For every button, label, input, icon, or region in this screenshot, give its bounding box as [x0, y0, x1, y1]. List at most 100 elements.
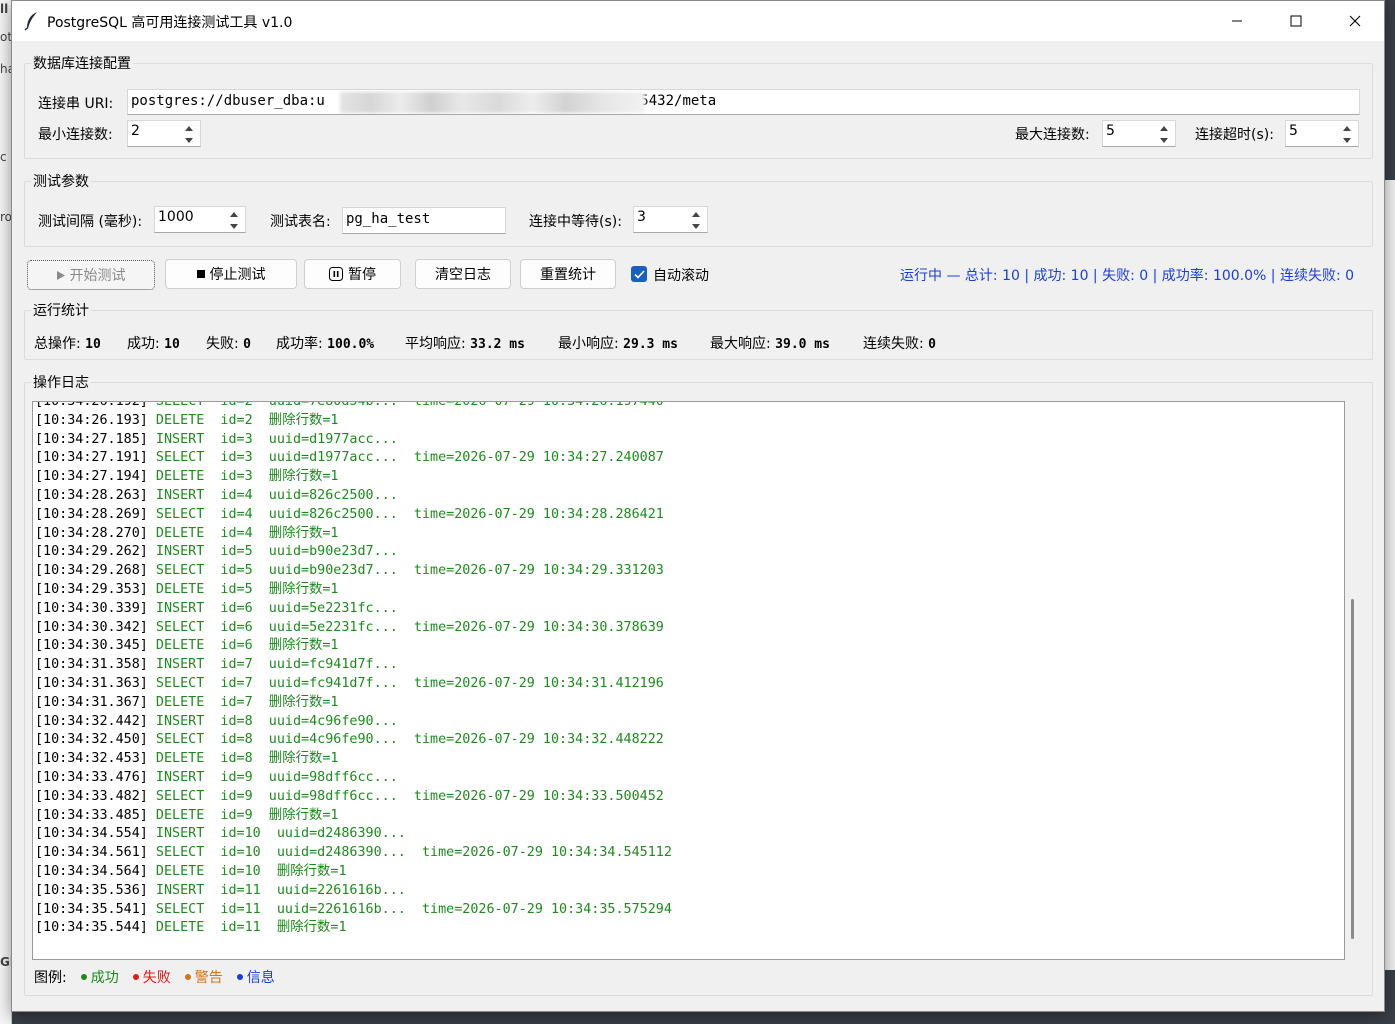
- min-conn-spinbox[interactable]: 2: [127, 120, 201, 147]
- log-textarea[interactable]: [10:34:26.192] SELECT id=2 uuid=7e80d54b…: [32, 401, 1345, 960]
- log-message: SELECT id=7 uuid=fc941d7f... time=2026-0…: [147, 675, 664, 691]
- log-line: [10:34:33.482] SELECT id=9 uuid=98dff6cc…: [35, 788, 672, 807]
- timeout-up-arrow[interactable]: [1337, 122, 1357, 134]
- reset-stats-button[interactable]: 重置统计: [520, 259, 616, 289]
- maximize-button[interactable]: [1267, 1, 1325, 41]
- stat-success-value: 10: [164, 337, 180, 352]
- interval-up-arrow[interactable]: [224, 208, 244, 220]
- log-line: [10:34:28.270] DELETE id=4 删除行数=1: [35, 525, 672, 544]
- log-timestamp: [10:34:31.363]: [35, 675, 148, 691]
- log-line: [10:34:26.192] SELECT id=2 uuid=7e80d54b…: [35, 402, 672, 412]
- pause-button[interactable]: 暂停: [304, 259, 401, 289]
- log-message: DELETE id=5 删除行数=1: [147, 581, 339, 597]
- table-name-input[interactable]: pg_ha_test: [342, 207, 506, 234]
- log-message: INSERT id=6 uuid=5e2231fc...: [147, 600, 398, 616]
- log-message: SELECT id=3 uuid=d1977acc... time=2026-0…: [147, 450, 664, 466]
- log-message: DELETE id=11 删除行数=1: [147, 920, 347, 936]
- stat-consec: 连续失败: 0: [863, 336, 936, 352]
- maximize-icon: [1290, 15, 1302, 27]
- wait-label: 连接中等待(s):: [529, 214, 622, 230]
- interval-spinbox[interactable]: 1000: [154, 206, 246, 233]
- timeout-spinbox[interactable]: 5: [1285, 120, 1359, 147]
- minimize-icon: [1232, 20, 1242, 22]
- log-line: [10:34:30.345] DELETE id=6 删除行数=1: [35, 637, 672, 656]
- stat-success: 成功: 10: [127, 336, 180, 352]
- log-timestamp: [10:34:27.194]: [35, 469, 148, 485]
- log-line: [10:34:27.194] DELETE id=3 删除行数=1: [35, 468, 672, 487]
- log-message: SELECT id=11 uuid=2261616b... time=2026-…: [147, 901, 672, 917]
- start-test-button[interactable]: 开始测试: [27, 260, 155, 290]
- log-line: [10:34:31.367] DELETE id=7 删除行数=1: [35, 694, 672, 713]
- max-conn-label: 最大连接数:: [1015, 127, 1090, 143]
- log-message: SELECT id=5 uuid=b90e23d7... time=2026-0…: [147, 563, 664, 579]
- log-timestamp: [10:34:35.536]: [35, 882, 148, 898]
- clear-log-button[interactable]: 清空日志: [415, 259, 511, 289]
- log-line: [10:34:32.450] SELECT id=8 uuid=4c96fe90…: [35, 731, 672, 750]
- status-text: 运行中 — 总计: 10 | 成功: 10 | 失败: 0 | 成功率: 100…: [900, 268, 1355, 284]
- wait-spinbox[interactable]: 3: [633, 206, 708, 233]
- log-message: DELETE id=2 删除行数=1: [147, 412, 339, 428]
- autoscroll-checkbox[interactable]: [631, 266, 647, 282]
- min-conn-up-arrow[interactable]: [179, 122, 199, 134]
- log-timestamp: [10:34:30.339]: [35, 600, 148, 616]
- log-line: [10:34:34.561] SELECT id=10 uuid=d248639…: [35, 844, 672, 863]
- log-title: 操作日志: [31, 372, 91, 392]
- stop-test-button[interactable]: 停止测试: [165, 259, 297, 289]
- log-message: INSERT id=7 uuid=fc941d7f...: [147, 657, 398, 673]
- log-timestamp: [10:34:35.544]: [35, 920, 148, 936]
- log-timestamp: [10:34:31.367]: [35, 694, 148, 710]
- log-timestamp: [10:34:29.353]: [35, 581, 148, 597]
- log-line: [10:34:35.544] DELETE id=11 删除行数=1: [35, 919, 672, 938]
- legend-label: 图例:: [34, 970, 67, 986]
- log-line: [10:34:32.442] INSERT id=8 uuid=4c96fe90…: [35, 713, 672, 732]
- log-timestamp: [10:34:33.485]: [35, 807, 148, 823]
- uri-label: 连接串 URI:: [38, 96, 114, 112]
- legend: 图例: 成功 失败 警告 信息: [34, 967, 275, 987]
- log-line: [10:34:31.363] SELECT id=7 uuid=fc941d7f…: [35, 675, 672, 694]
- close-icon: [1349, 15, 1361, 27]
- arrow-up-icon: [692, 211, 700, 217]
- minimize-button[interactable]: [1208, 1, 1266, 41]
- log-line: [10:34:30.342] SELECT id=6 uuid=5e2231fc…: [35, 619, 672, 638]
- arrow-down-icon: [185, 137, 193, 143]
- wait-value: 3: [637, 209, 646, 225]
- log-timestamp: [10:34:31.358]: [35, 657, 148, 673]
- close-button[interactable]: [1326, 1, 1384, 41]
- log-message: INSERT id=8 uuid=4c96fe90...: [147, 713, 398, 729]
- autoscroll-label[interactable]: 自动滚动: [653, 265, 709, 285]
- log-line: [10:34:28.263] INSERT id=4 uuid=826c2500…: [35, 487, 672, 506]
- stat-min: 最小响应: 29.3 ms: [558, 336, 678, 352]
- log-message: DELETE id=8 删除行数=1: [147, 751, 339, 767]
- pause-label: 暂停: [348, 267, 376, 283]
- stat-rate-value: 100.0%: [327, 337, 375, 352]
- max-conn-spinbox[interactable]: 5: [1102, 120, 1176, 147]
- log-timestamp: [10:34:34.554]: [35, 826, 148, 842]
- log-scrollbar[interactable]: [1351, 599, 1354, 939]
- redacted-region: [340, 92, 645, 113]
- stat-total-value: 10: [85, 337, 101, 352]
- legend-warning: 警告: [184, 967, 223, 987]
- log-line: [10:34:27.191] SELECT id=3 uuid=d1977acc…: [35, 449, 672, 468]
- min-conn-label: 最小连接数:: [38, 127, 113, 143]
- stat-max-value: 39.0 ms: [775, 337, 830, 352]
- interval-down-arrow[interactable]: [224, 220, 244, 232]
- uri-input[interactable]: postgres://dbuser_dba:u:5432/meta: [127, 89, 1360, 115]
- timeout-down-arrow[interactable]: [1337, 134, 1357, 146]
- max-conn-up-arrow[interactable]: [1154, 122, 1174, 134]
- max-conn-down-arrow[interactable]: [1154, 134, 1174, 146]
- arrow-down-icon: [1160, 137, 1168, 143]
- log-timestamp: [10:34:34.561]: [35, 845, 148, 861]
- min-conn-down-arrow[interactable]: [179, 134, 199, 146]
- log-message: INSERT id=11 uuid=2261616b...: [147, 882, 406, 898]
- stat-avg: 平均响应: 33.2 ms: [405, 336, 525, 352]
- log-line: [10:34:35.536] INSERT id=11 uuid=2261616…: [35, 882, 672, 901]
- log-timestamp: [10:34:29.262]: [35, 544, 148, 560]
- wait-up-arrow[interactable]: [686, 208, 706, 220]
- log-message: SELECT id=10 uuid=d2486390... time=2026-…: [147, 845, 672, 861]
- legend-fail: 失败: [132, 967, 171, 987]
- wait-down-arrow[interactable]: [686, 220, 706, 232]
- log-line: [10:34:31.358] INSERT id=7 uuid=fc941d7f…: [35, 656, 672, 675]
- log-timestamp: [10:34:29.268]: [35, 563, 148, 579]
- log-timestamp: [10:34:27.185]: [35, 431, 148, 447]
- warning-dot-icon: [184, 974, 191, 980]
